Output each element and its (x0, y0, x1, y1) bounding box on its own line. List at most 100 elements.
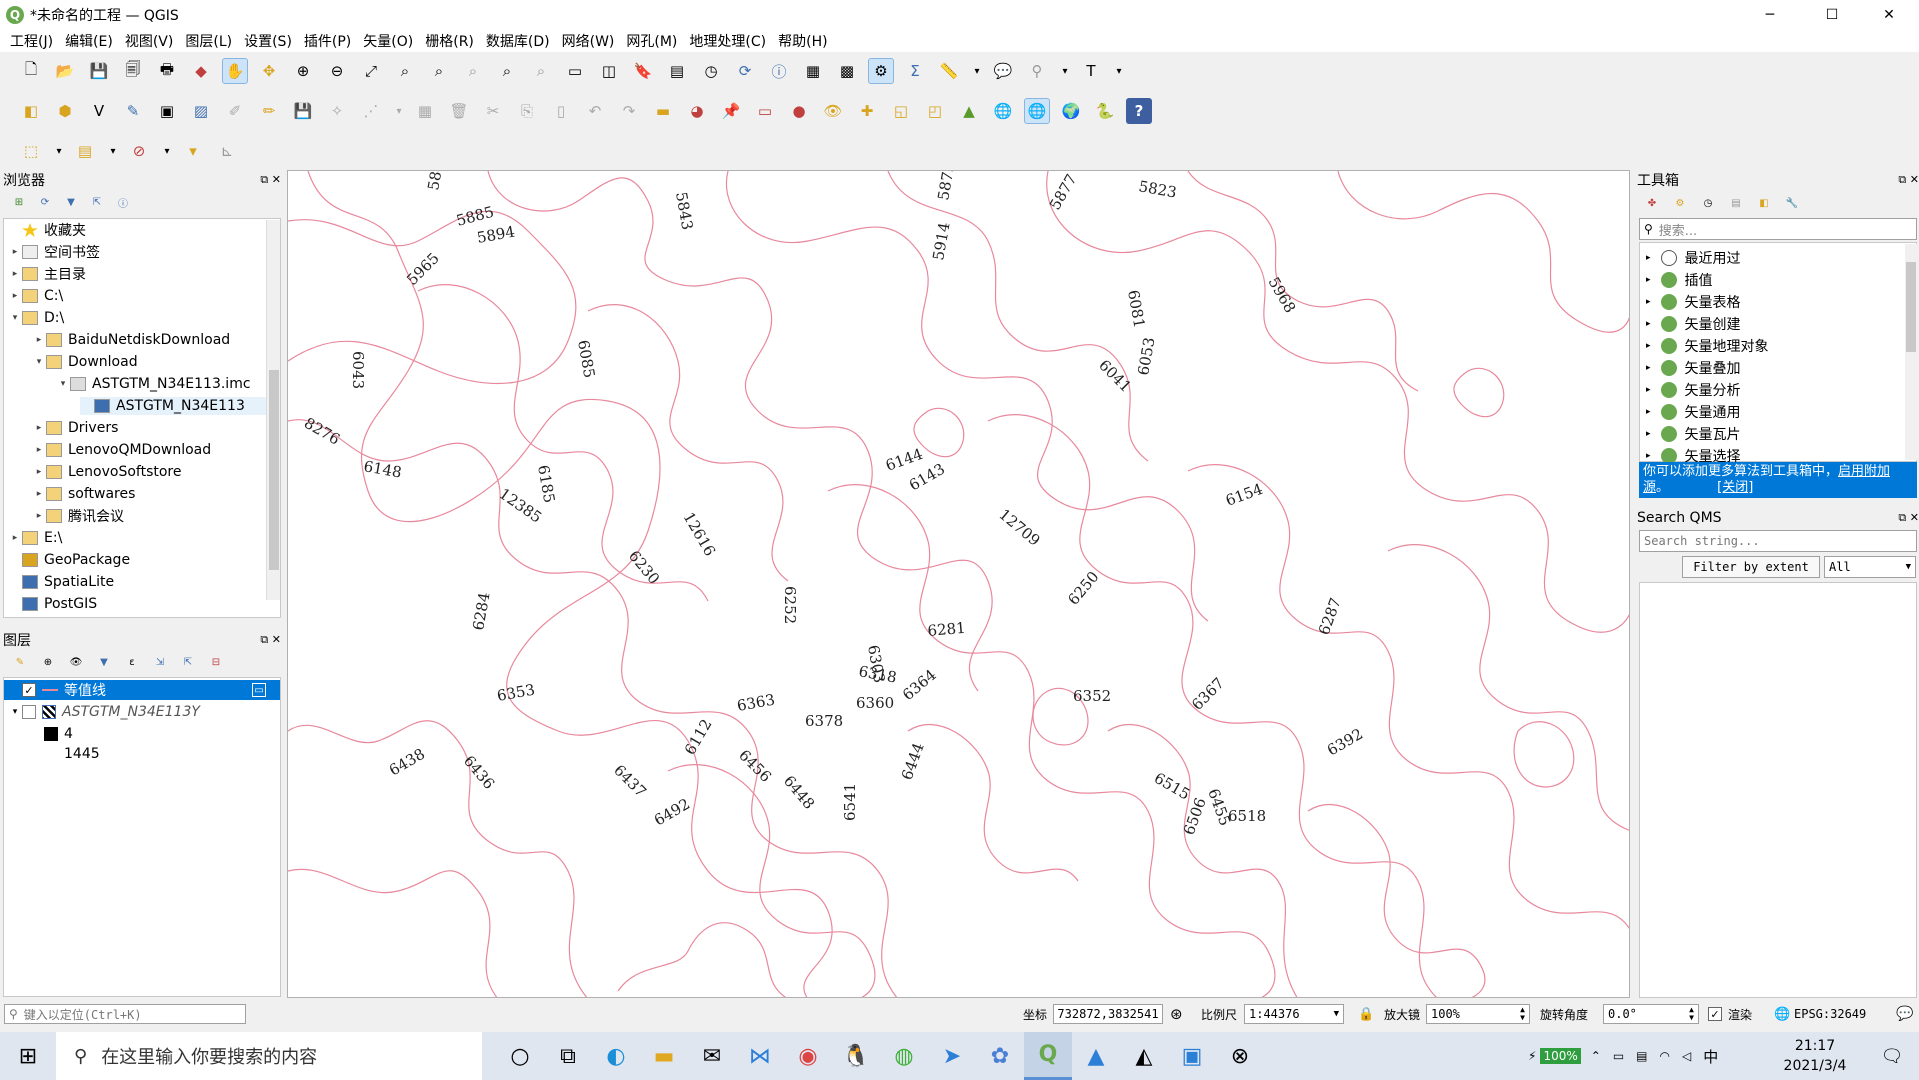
menu-processing[interactable]: 地理处理(C) (683, 31, 772, 51)
select-location-icon[interactable]: ▾ (180, 138, 206, 164)
browser-item[interactable]: SpatiaLite (8, 573, 114, 591)
select-features-icon[interactable]: ⬚ (18, 138, 44, 164)
results-viewer-icon[interactable]: ▤ (1725, 190, 1747, 216)
expand-arrow-icon[interactable]: ▾ (8, 707, 22, 717)
undo-icon[interactable]: ↶ (582, 98, 608, 124)
zoom-next-icon[interactable]: ⌕ (528, 58, 554, 84)
expand-arrow-icon[interactable]: ▸ (32, 335, 46, 345)
browser-item[interactable]: GeoPackage (8, 551, 130, 569)
select-by-expression-icon[interactable]: ▤ (72, 138, 98, 164)
identify-icon[interactable]: ⓘ (766, 58, 792, 84)
select-expression-dropdown-icon[interactable]: ▾ (106, 138, 120, 164)
ime-indicator[interactable]: 中 (1703, 1046, 1718, 1067)
toolbox-group[interactable]: ▸ 矢量通用 (1646, 401, 1741, 423)
zoom-out-icon[interactable]: ⊖ (324, 58, 350, 84)
bookmark-new-icon[interactable]: 🔖 (630, 58, 656, 84)
edit-features-icon[interactable]: ◧ (1753, 190, 1775, 216)
scripts-icon[interactable]: ⚙ (1669, 190, 1691, 216)
toolbox-group[interactable]: ▸ 矢量分析 (1646, 379, 1741, 401)
toggle-editing-icon[interactable]: ✏ (256, 98, 282, 124)
pan-to-selection-icon[interactable]: ✥ (256, 58, 282, 84)
expand-arrow-icon[interactable]: ▾ (32, 357, 46, 367)
close-notice-link[interactable]: [关闭] (1717, 480, 1753, 495)
toolbox-group[interactable]: ▸ 最近用过 (1646, 247, 1741, 269)
filter-by-extent-button[interactable]: Filter by extent (1682, 556, 1820, 578)
new-project-icon[interactable]: 🗋 (18, 58, 44, 84)
expand-arrow-icon[interactable]: ▸ (1646, 429, 1651, 439)
new-3d-view-icon[interactable]: ◫ (596, 58, 622, 84)
toolbox-group[interactable]: ▸ 矢量叠加 (1646, 357, 1741, 379)
coordinate-toggle-icon[interactable]: ⊛ (1170, 1005, 1183, 1023)
map-tips-icon[interactable]: 💬 (990, 58, 1016, 84)
data-source-manager-icon[interactable]: ◧ (18, 98, 44, 124)
expand-arrow-icon[interactable]: ▸ (32, 467, 46, 477)
rotate-label-icon[interactable]: ✚ (854, 98, 880, 124)
layer-row-dem[interactable]: ▾ ASTGTM_N34E113Y (4, 702, 200, 722)
python-console-icon[interactable]: 🐍 (1092, 98, 1118, 124)
zoom-full-icon[interactable]: ⤢ (358, 58, 384, 84)
layer-diagram-icon[interactable]: ◕ (684, 98, 710, 124)
filter-browser-icon[interactable]: ▼ (61, 189, 81, 215)
toolbox-close-icon[interactable]: ⧉ ✕ (1898, 173, 1919, 187)
notification-icon[interactable]: 🗨 (1868, 1032, 1916, 1080)
browser-item[interactable]: ▸ LenovoQMDownload (32, 441, 211, 459)
refresh-icon[interactable]: ⟳ (732, 58, 758, 84)
filter-expression-icon[interactable]: ε (121, 649, 143, 675)
qms-filter-select[interactable]: All ▼ (1824, 556, 1916, 578)
show-hide-labels-icon[interactable]: ● (786, 98, 812, 124)
browser-item[interactable]: ▾ D:\ (8, 309, 64, 327)
mail-icon[interactable]: ✉ (688, 1032, 736, 1080)
display-icon[interactable]: ▭ (1613, 1049, 1624, 1063)
browser-item[interactable]: 收藏夹 (8, 221, 86, 239)
network-icon[interactable]: ▤ (1636, 1049, 1647, 1063)
browser-item[interactable]: ASTGTM_N34E113 (80, 397, 280, 415)
menu-help[interactable]: 帮助(H) (772, 31, 833, 51)
expand-arrow-icon[interactable]: ▸ (1646, 363, 1651, 373)
store-icon[interactable]: ▣ (1168, 1032, 1216, 1080)
file-explorer-icon[interactable]: ▬ (640, 1032, 688, 1080)
spinner-icon[interactable]: ▲ ▼ (1689, 1006, 1694, 1022)
browser-item[interactable]: ▸ E:\ (8, 529, 63, 547)
text-annotation-icon[interactable]: T (1078, 58, 1104, 84)
add-spatialite-icon[interactable]: ✎ (120, 98, 146, 124)
chevron-up-icon[interactable]: ⌃ (1591, 1049, 1601, 1063)
expand-arrow-icon[interactable]: ▸ (1646, 341, 1651, 351)
vertex-dropdown-icon[interactable]: ▾ (392, 98, 406, 124)
expand-arrow-icon[interactable]: ▾ (8, 313, 22, 323)
print-layout-icon[interactable]: 🖶 (154, 58, 180, 84)
zoom-selection-icon[interactable]: ⌕ (392, 58, 418, 84)
digitize-icon[interactable]: ✧ (324, 98, 350, 124)
measure-dropdown-icon[interactable]: ▾ (970, 58, 984, 84)
expand-arrow-icon[interactable]: ▸ (1646, 407, 1651, 417)
menu-database[interactable]: 数据库(D) (480, 31, 556, 51)
crs-globe-icon[interactable]: 🌐 (1774, 1007, 1790, 1022)
expand-arrow-icon[interactable]: ▸ (8, 533, 22, 543)
magnifier-field[interactable]: 100% ▲ ▼ (1426, 1004, 1530, 1024)
help-icon[interactable]: ? (1126, 98, 1152, 124)
menu-mesh[interactable]: 网孔(M) (620, 31, 683, 51)
open-project-icon[interactable]: 📂 (52, 58, 78, 84)
layer-visibility-checkbox[interactable] (22, 705, 36, 719)
menu-plugins[interactable]: 插件(P) (298, 31, 357, 51)
browser-item[interactable]: ▸ Drivers (32, 419, 119, 437)
new-geopackage-icon[interactable]: ⬢ (52, 98, 78, 124)
menu-edit[interactable]: 编辑(E) (59, 31, 119, 51)
vscode-icon[interactable]: ⋈ (736, 1032, 784, 1080)
photos-icon[interactable]: ▲ (1072, 1032, 1120, 1080)
zoom-last-icon[interactable]: ⌕ (494, 58, 520, 84)
toolbox-scrollbar[interactable] (1905, 244, 1917, 460)
maximize-button[interactable]: ☐ (1809, 0, 1855, 30)
measure-icon[interactable]: 📏 (936, 58, 962, 84)
layer-visibility-checkbox[interactable]: ✓ (22, 683, 36, 697)
current-edits-icon[interactable]: ✐ (222, 98, 248, 124)
menu-web[interactable]: 网络(W) (556, 31, 621, 51)
redo-icon[interactable]: ↷ (616, 98, 642, 124)
qq-icon[interactable]: 🐧 (832, 1032, 880, 1080)
add-wfs-icon[interactable]: ▨ (188, 98, 214, 124)
expand-arrow-icon[interactable]: ▸ (32, 423, 46, 433)
paste-features-icon[interactable]: ▯ (548, 98, 574, 124)
menu-layer[interactable]: 图层(L) (179, 31, 238, 51)
battery-indicator[interactable]: 100% (1540, 1048, 1581, 1064)
field-calculator-icon[interactable]: ▩ (834, 58, 860, 84)
expand-arrow-icon[interactable]: ▸ (8, 291, 22, 301)
